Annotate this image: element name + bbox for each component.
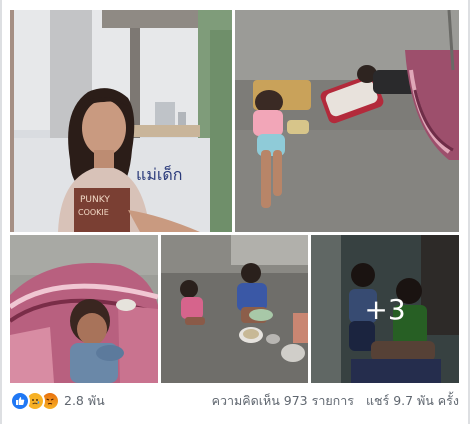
photo-3[interactable] xyxy=(10,235,158,383)
photo-4[interactable] xyxy=(161,235,308,383)
post-card: PUNKY COOKIE แม่เด็ก +3 2.8 พัน ความคิดเ… xyxy=(0,0,470,424)
photo-2[interactable] xyxy=(235,10,459,232)
photo-1[interactable]: PUNKY COOKIE แม่เด็ก xyxy=(10,10,232,232)
shares-count-link[interactable]: แชร์ 9.7 พัน ครั้ง xyxy=(366,391,459,411)
comments-count-link[interactable]: ความคิดเห็น 973 รายการ xyxy=(212,391,354,411)
child-in-hammock-image xyxy=(10,235,158,383)
more-photos-overlay[interactable]: +3 xyxy=(311,235,459,383)
children-eating-image xyxy=(161,235,308,383)
reactions-summary[interactable]: 2.8 พัน xyxy=(10,391,105,411)
like-icon xyxy=(10,391,30,411)
handwritten-caption: แม่เด็ก xyxy=(136,164,182,184)
post-stats: ความคิดเห็น 973 รายการ แชร์ 9.7 พัน ครั้… xyxy=(212,391,459,411)
reaction-count: 2.8 พัน xyxy=(64,393,105,408)
card-border-left xyxy=(0,0,2,424)
children-sleeping-image xyxy=(235,10,459,232)
woman-portrait-image: PUNKY COOKIE แม่เด็ก xyxy=(10,10,232,232)
shirt-text-1: PUNKY xyxy=(80,195,110,205)
shirt-text-2: COOKIE xyxy=(78,208,109,217)
photo-5[interactable]: +3 xyxy=(311,235,459,383)
post-footer: 2.8 พัน ความคิดเห็น 973 รายการ แชร์ 9.7 … xyxy=(10,389,459,413)
